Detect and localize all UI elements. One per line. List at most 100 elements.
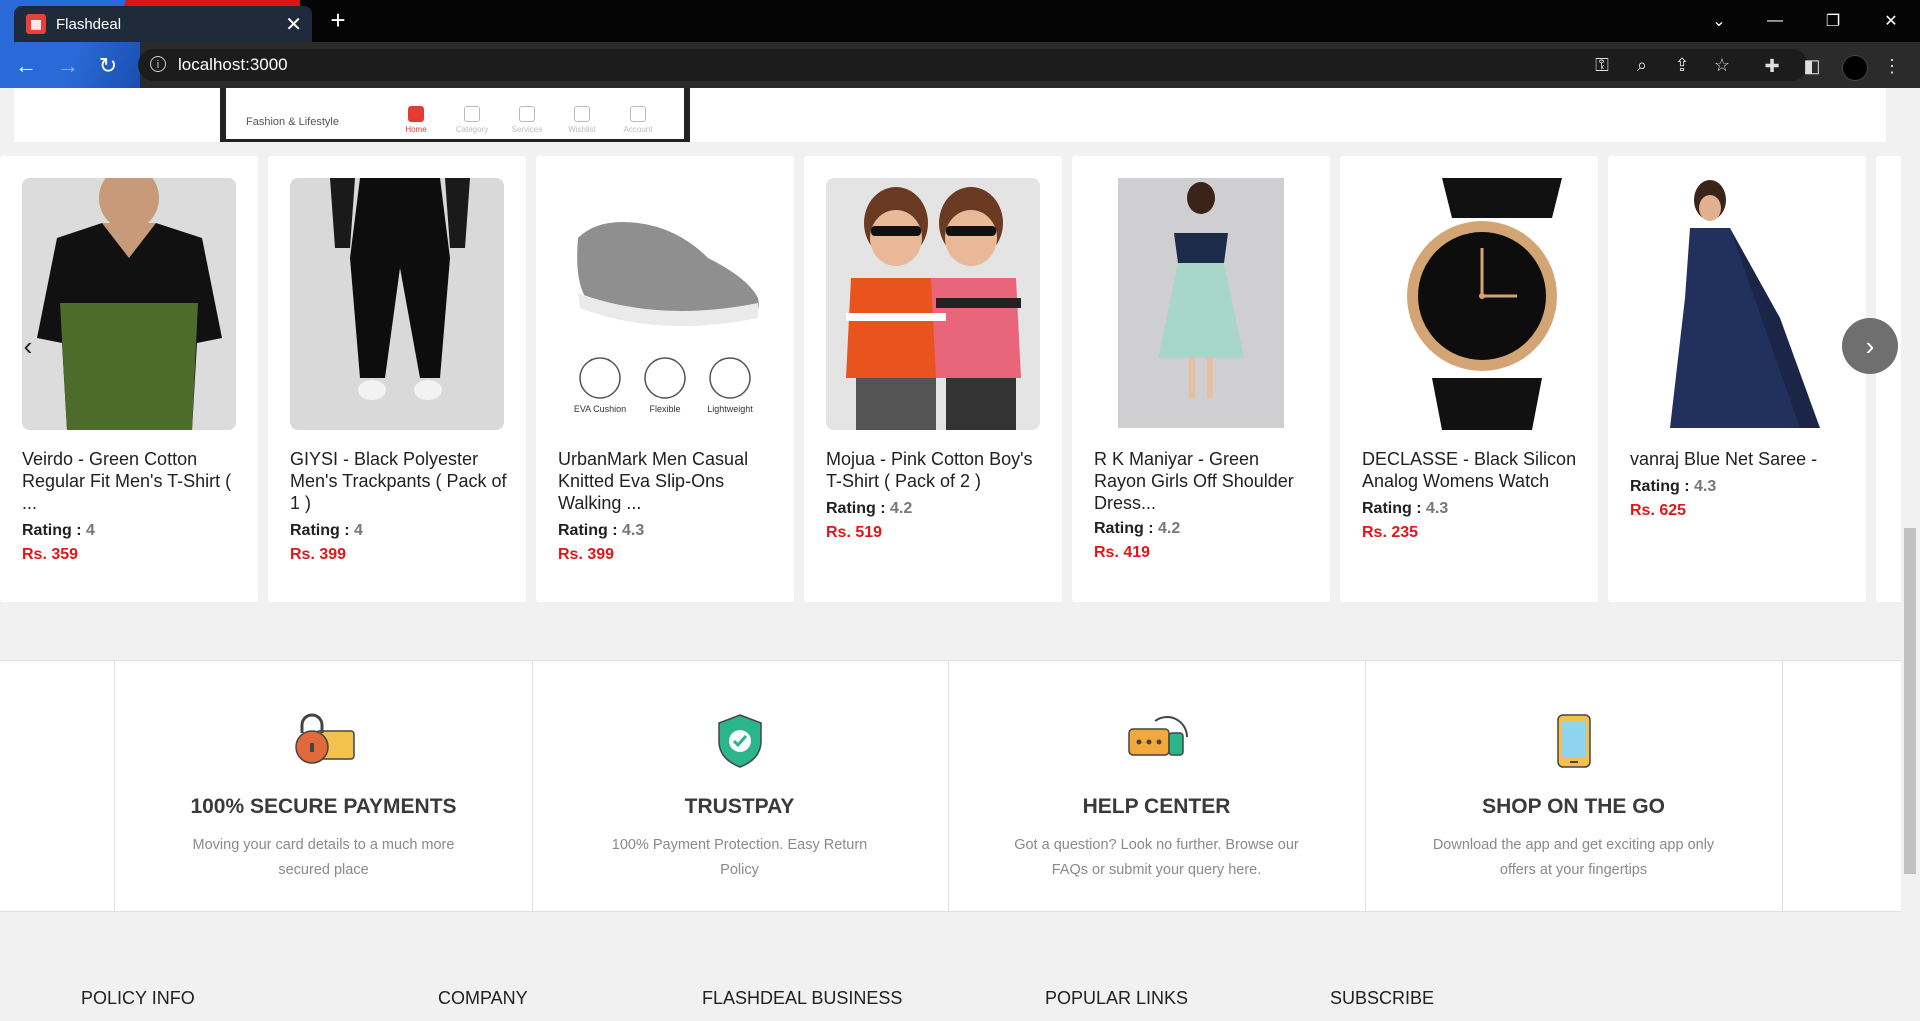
- carousel-prev-arrow[interactable]: ‹: [0, 318, 56, 374]
- product-price: Rs. 359: [22, 546, 79, 563]
- feature-desc: 100% Payment Protection. Easy Return Pol…: [611, 837, 868, 878]
- restore-button[interactable]: ❐: [1804, 0, 1862, 42]
- phone-nav-label: Services: [511, 125, 543, 134]
- rating-value: 4: [354, 522, 363, 539]
- home-icon: [408, 106, 424, 122]
- key-icon[interactable]: ⚿: [1590, 53, 1614, 77]
- product-image[interactable]: [826, 178, 1040, 430]
- phone-nav-label: Account: [623, 125, 653, 134]
- scrollbar-thumb[interactable]: [1904, 528, 1916, 874]
- feature-secure-payments: 100% SECURE PAYMENTS Moving your card de…: [114, 661, 533, 911]
- profile-avatar[interactable]: [1842, 55, 1868, 81]
- product-image[interactable]: [290, 178, 504, 430]
- product-rating: Rating : 4.3: [1630, 478, 1716, 496]
- reload-button[interactable]: ↻: [92, 50, 124, 82]
- zoom-icon[interactable]: ⌕: [1630, 53, 1654, 77]
- feature-desc: Download the app and get exciting app on…: [1432, 837, 1715, 878]
- product-card[interactable]: Mojua - Pink Cotton Boy's T-Shirt ( Pack…: [804, 156, 1062, 602]
- product-price: Rs. 235: [1362, 524, 1419, 541]
- tab-search-icon[interactable]: ⌄: [1690, 0, 1748, 42]
- product-card[interactable]: vanraj Blue Net Saree - Rating : 4.3 Rs.…: [1608, 156, 1866, 602]
- product-name[interactable]: R K Maniyar - Green Rayon Girls Off Shou…: [1094, 448, 1314, 514]
- product-image[interactable]: [1630, 178, 1844, 430]
- product-rating: Rating : 4: [22, 522, 95, 540]
- phone-nav-label: Home: [405, 125, 427, 134]
- phone-nav-wishlist: Wishlist: [562, 106, 602, 134]
- rating-value: 4.2: [1158, 520, 1181, 537]
- new-tab-button[interactable]: +: [322, 4, 354, 36]
- feature-title: HELP CENTER: [1082, 795, 1231, 818]
- product-name[interactable]: Veirdo - Green Cotton Regular Fit Men's …: [22, 448, 242, 514]
- product-image[interactable]: [22, 178, 236, 430]
- footer-heading-business: FLASHDEAL BUSINESS: [702, 988, 903, 1008]
- rating-label: Rating :: [22, 522, 82, 539]
- feature-title: SHOP ON THE GO: [1482, 795, 1665, 818]
- carousel-next-arrow[interactable]: ›: [1842, 318, 1898, 374]
- close-window-button[interactable]: ✕: [1862, 0, 1920, 42]
- menu-icon[interactable]: ⋮: [1880, 54, 1904, 78]
- address-bar[interactable]: i localhost:3000 ⚿ ⌕ ⇪ ☆: [138, 49, 1808, 81]
- phone-nav-label: Category: [455, 125, 489, 134]
- feature-shop-on-the-go: SHOP ON THE GO Download the app and get …: [1365, 661, 1783, 911]
- product-rating: Rating : 4.3: [1362, 500, 1448, 518]
- product-rating: Rating : 4.2: [1094, 520, 1180, 538]
- favicon-icon: ▦: [26, 14, 46, 34]
- store-label: Fashion & Lifestyle: [246, 116, 339, 128]
- chat-headset-icon: [1125, 713, 1189, 774]
- product-name[interactable]: UrbanMark Men Casual Knitted Eva Slip-On…: [558, 448, 778, 514]
- product-card[interactable]: EVA Cushion Flexible Lightweight UrbanMa…: [536, 156, 794, 602]
- product-name[interactable]: DECLASSE - Black Silicon Analog Womens W…: [1362, 448, 1582, 492]
- rating-label: Rating :: [1630, 478, 1690, 495]
- product-card[interactable]: DECLASSE - Black Silicon Analog Womens W…: [1340, 156, 1598, 602]
- product-image[interactable]: EVA Cushion Flexible Lightweight: [558, 178, 772, 430]
- forward-button[interactable]: →: [52, 50, 84, 82]
- phone-nav-label: Wishlist: [568, 125, 596, 134]
- product-price: Rs. 419: [1094, 544, 1151, 561]
- minimize-button[interactable]: —: [1746, 0, 1804, 42]
- shoe-feature-label: Lightweight: [707, 404, 753, 414]
- share-icon[interactable]: ⇪: [1670, 53, 1694, 77]
- heart-icon: [574, 106, 590, 122]
- product-image[interactable]: [1362, 178, 1576, 430]
- product-price: Rs. 399: [290, 546, 347, 563]
- phone-nav-account: Account: [618, 106, 658, 134]
- side-panel-icon[interactable]: ◧: [1800, 54, 1824, 78]
- rating-value: 4.2: [890, 500, 913, 517]
- close-tab-icon[interactable]: ✕: [285, 12, 302, 37]
- phone-nav-services: Services: [507, 106, 547, 134]
- rating-value: 4.3: [1426, 500, 1449, 517]
- product-card[interactable]: Veirdo - Green Cotton Regular Fit Men's …: [0, 156, 258, 602]
- product-image[interactable]: [1094, 178, 1308, 430]
- product-name[interactable]: vanraj Blue Net Saree -: [1630, 448, 1850, 470]
- rating-label: Rating :: [1362, 500, 1422, 517]
- features-row: 100% SECURE PAYMENTS Moving your card de…: [0, 660, 1901, 912]
- footer-heading-subscribe: SUBSCRIBE: [1330, 988, 1435, 1008]
- product-rating: Rating : 4: [290, 522, 363, 540]
- product-name[interactable]: GIYSI - Black Polyester Men's Trackpants…: [290, 448, 510, 514]
- bookmark-star-icon[interactable]: ☆: [1710, 53, 1734, 77]
- services-icon: [519, 106, 535, 122]
- rating-label: Rating :: [826, 500, 886, 517]
- phone-nav-category: Category: [452, 106, 492, 134]
- product-card-partial[interactable]: [1876, 156, 1901, 602]
- product-name[interactable]: Mojua - Pink Cotton Boy's T-Shirt ( Pack…: [826, 448, 1046, 492]
- back-button[interactable]: ←: [10, 50, 42, 82]
- page-viewport: Fashion & Lifestyle Home Category Servic…: [0, 88, 1901, 1021]
- url-text: localhost:3000: [178, 55, 288, 74]
- browser-tab[interactable]: ▦ Flashdeal ✕: [14, 6, 312, 42]
- product-carousel: Veirdo - Green Cotton Regular Fit Men's …: [0, 156, 1901, 606]
- product-price: Rs. 625: [1630, 502, 1687, 519]
- product-rating: Rating : 4.2: [826, 500, 912, 518]
- feature-trustpay: TRUSTPAY 100% Payment Protection. Easy R…: [531, 661, 949, 911]
- product-card[interactable]: GIYSI - Black Polyester Men's Trackpants…: [268, 156, 526, 602]
- product-price: Rs. 519: [826, 524, 883, 541]
- footer-heading-popular-links: POPULAR LINKS: [1045, 988, 1189, 1008]
- rating-label: Rating :: [558, 522, 618, 539]
- product-card[interactable]: R K Maniyar - Green Rayon Girls Off Shou…: [1072, 156, 1330, 602]
- site-info-icon[interactable]: i: [150, 56, 166, 72]
- extensions-icon[interactable]: ✚: [1760, 54, 1784, 78]
- phone-preview: Fashion & Lifestyle Home Category Servic…: [220, 88, 690, 142]
- rating-label: Rating :: [1094, 520, 1154, 537]
- shoe-feature-label: Flexible: [649, 404, 681, 414]
- feature-desc: Got a question? Look no further. Browse …: [1014, 837, 1299, 878]
